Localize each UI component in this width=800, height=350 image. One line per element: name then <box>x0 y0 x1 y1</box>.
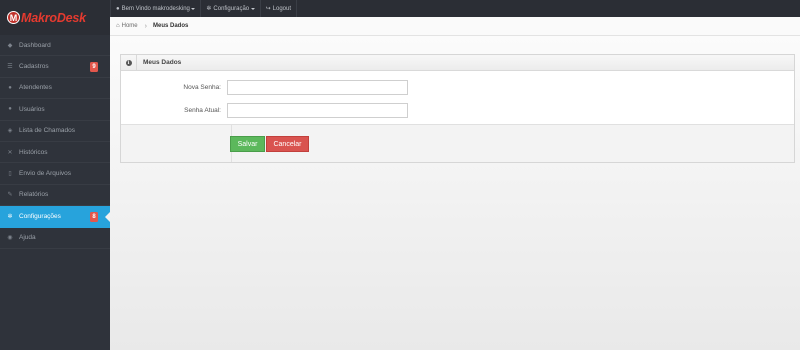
gear-icon: ✲ <box>7 213 13 220</box>
sidebar-item-atendentes[interactable]: ● Atendentes <box>0 78 110 100</box>
share-icon: ↪ <box>265 6 271 12</box>
tags-icon: ◈ <box>7 128 13 135</box>
new-password-label: Nova Senha: <box>183 83 221 91</box>
dashboard-icon: ◆ <box>7 42 13 49</box>
sidebar-item-dashboard[interactable]: ◆ Dashboard <box>0 35 110 57</box>
sidebar-item-relatorios[interactable]: ✎ Relatórios <box>0 185 110 207</box>
info-icon: i <box>121 55 137 70</box>
form-body: Nova Senha: Senha Atual: <box>121 71 794 125</box>
sidebar-item-ajuda[interactable]: ◉ Ajuda <box>0 228 110 249</box>
sidebar-item-label: Configurações <box>19 212 61 220</box>
file-icon: ▯ <box>8 171 12 178</box>
new-password-field[interactable] <box>227 79 408 95</box>
current-password-field[interactable] <box>227 102 408 118</box>
current-password-row: Senha Atual: <box>121 102 794 118</box>
sidebar-item-cadastros[interactable]: ☰ Cadastros 9 <box>0 56 110 78</box>
sidebar-item-label: Usuários <box>19 105 45 113</box>
logout-label: Logout <box>272 5 292 12</box>
sidebar-item-label: Envio de Arquivos <box>19 170 72 178</box>
top-nav: ● Bem Vindo makrodesking ✲ Configuração … <box>110 0 298 17</box>
count-badge: 8 <box>90 212 98 223</box>
form-actions <box>121 125 794 162</box>
sidebar-item-historicos[interactable]: ✕ Históricos <box>0 142 110 164</box>
current-password-label: Senha Atual: <box>184 106 221 114</box>
meus-dados-panel: i Meus Dados Nova Senha: Senha Atual: <box>120 54 795 163</box>
sidebar-item-label: Relatórios <box>19 191 49 199</box>
gear-icon: ✲ <box>206 6 212 12</box>
count-badge: 9 <box>90 62 98 73</box>
pencil-icon: ✎ <box>7 192 13 199</box>
sidebar-item-label: Atendentes <box>19 84 52 92</box>
sidebar-item-label: Cadastros <box>19 63 49 71</box>
user-menu[interactable]: ● Bem Vindo makrodesking <box>110 0 202 17</box>
list-icon: ☰ <box>7 64 13 71</box>
user-menu-label: Bem Vindo makrodesking <box>121 5 190 12</box>
sidebar-item-envio-de-arquivos[interactable]: ▯ Envio de Arquivos <box>0 163 110 185</box>
panel-title: Meus Dados <box>143 59 182 66</box>
breadcrumb-current: Meus Dados <box>152 23 189 29</box>
logo-mark: M <box>7 11 20 24</box>
chevron-down-icon <box>250 7 255 10</box>
sidebar-item-label: Dashboard <box>19 41 51 49</box>
sidebar-item-usuarios[interactable]: ● Usuários <box>0 99 110 121</box>
chevron-right-icon: › <box>144 22 147 30</box>
sidebar-item-configuracoes[interactable]: ✲ Configurações 8 <box>0 206 111 228</box>
settings-menu[interactable]: ✲ Configuração <box>201 0 261 17</box>
logout-link[interactable]: ↪ Logout <box>261 0 298 17</box>
tools-icon: ✕ <box>7 149 13 156</box>
sidebar-item-label: Históricos <box>19 148 48 156</box>
new-password-row: Nova Senha: <box>121 79 794 95</box>
cancel-button[interactable]: Cancelar <box>266 136 309 152</box>
breadcrumb: ⌂ Home › Meus Dados <box>110 17 800 36</box>
home-icon: ⌂ <box>116 23 120 29</box>
users-icon: ● <box>8 106 12 113</box>
chevron-down-icon <box>191 7 196 10</box>
logo-text: MakroDesk <box>21 10 86 25</box>
breadcrumb-home[interactable]: Home <box>122 23 138 29</box>
eye-icon: ◉ <box>7 235 13 242</box>
panel-header: i Meus Dados <box>121 55 794 71</box>
users-icon: ● <box>8 84 12 91</box>
settings-menu-label: Configuração <box>213 5 250 12</box>
main-content: i Meus Dados Nova Senha: Senha Atual: <box>110 36 800 350</box>
sidebar: ◆ Dashboard ☰ Cadastros 9 ● Atendentes ●… <box>0 35 111 350</box>
brand-logo[interactable]: M MakroDesk <box>0 0 110 35</box>
save-button[interactable]: Salvar <box>230 136 265 152</box>
sidebar-item-label: Ajuda <box>19 234 36 242</box>
sidebar-item-label: Lista de Chamados <box>19 127 76 135</box>
sidebar-item-lista-de-chamados[interactable]: ◈ Lista de Chamados <box>0 121 110 142</box>
user-icon: ● <box>116 5 120 12</box>
